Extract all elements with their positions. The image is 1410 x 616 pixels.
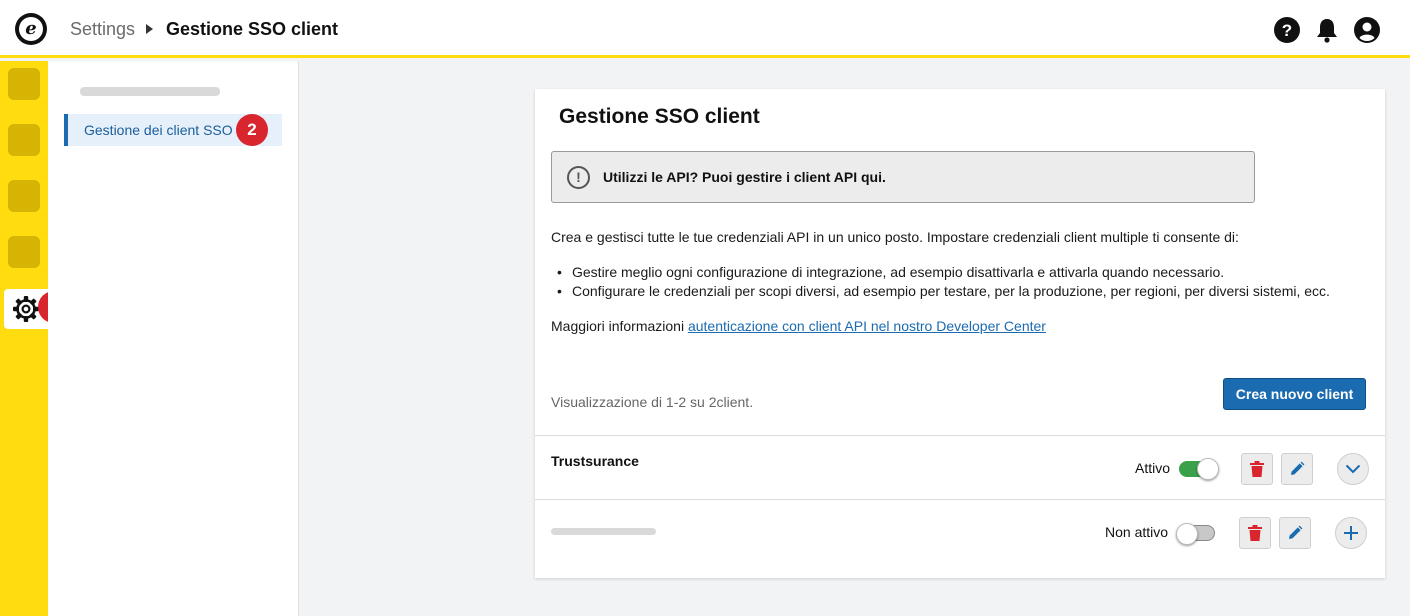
- client-name-placeholder: [551, 528, 656, 535]
- submenu-item-label: Gestione dei client SSO: [84, 122, 233, 138]
- expand-client-button[interactable]: [1335, 517, 1367, 549]
- app-logo[interactable]: e: [15, 13, 47, 45]
- pencil-icon: [1289, 525, 1303, 539]
- rail-item-3[interactable]: [8, 180, 40, 212]
- client-status-label: Non attivo: [1105, 524, 1169, 540]
- submenu-step-badge: 2: [236, 114, 268, 146]
- bullet-text: Configurare le credenziali per scopi div…: [572, 283, 1330, 299]
- delete-client-button[interactable]: [1241, 453, 1273, 485]
- rail-item-4[interactable]: [8, 236, 40, 268]
- notice-text: Utilizzi le API? Puoi gestire i client A…: [603, 169, 886, 185]
- client-row: Non attivo: [535, 499, 1385, 578]
- breadcrumb-separator-icon: [146, 24, 153, 34]
- page-title: Gestione SSO client: [166, 19, 339, 39]
- api-notice: ! Utilizzi le API? Puoi gestire i client…: [551, 151, 1255, 203]
- client-status-label: Attivo: [1135, 460, 1171, 476]
- submenu-heading-placeholder: [80, 87, 220, 96]
- alert-icon: !: [567, 165, 590, 189]
- bell-icon[interactable]: [1314, 17, 1340, 43]
- more-info: Maggiori informazioni autenticazione con…: [551, 318, 1046, 334]
- client-row: Trustsurance Attivo: [535, 435, 1385, 499]
- client-name: Trustsurance: [551, 453, 639, 469]
- settings-submenu: Gestione dei client SSO 2: [48, 61, 299, 616]
- gear-icon: [13, 296, 39, 322]
- bullet-text: Gestire meglio ogni configurazione di in…: [572, 264, 1225, 280]
- expand-client-button[interactable]: [1337, 453, 1369, 485]
- top-header: e Settings Gestione SSO client ?: [0, 0, 1410, 58]
- help-icon[interactable]: ?: [1274, 17, 1300, 43]
- rail-item-1[interactable]: [8, 68, 40, 100]
- plus-icon: [1344, 526, 1358, 540]
- client-active-toggle[interactable]: [1176, 523, 1215, 545]
- svg-text:?: ?: [1282, 21, 1292, 40]
- rail-item-2[interactable]: [8, 124, 40, 156]
- developer-center-link[interactable]: autenticazione con client API nel nostro…: [688, 318, 1046, 334]
- more-info-label: Maggiori informazioni: [551, 318, 685, 334]
- left-rail: [0, 61, 48, 616]
- client-active-toggle[interactable]: [1179, 458, 1219, 480]
- toggle-knob: [1176, 523, 1198, 545]
- sso-clients-card: Gestione SSO client ! Utilizzi le API? P…: [535, 89, 1385, 578]
- bullet-item: Configurare le credenziali per scopi div…: [557, 283, 1330, 299]
- card-title: Gestione SSO client: [559, 105, 760, 128]
- breadcrumb-settings[interactable]: Settings: [70, 19, 135, 40]
- logo-letter: e: [19, 17, 43, 41]
- pencil-icon: [1291, 461, 1305, 475]
- user-avatar-icon[interactable]: [1354, 17, 1380, 43]
- chevron-down-icon: [1345, 464, 1361, 474]
- intro-text: Crea e gestisci tutte le tue credenziali…: [551, 229, 1239, 245]
- toggle-knob: [1197, 458, 1219, 480]
- trash-icon: [1248, 525, 1262, 541]
- pagination-count: Visualizzazione di 1-2 su 2client.: [551, 394, 754, 410]
- edit-client-button[interactable]: [1279, 517, 1311, 549]
- bullet-item: Gestire meglio ogni configurazione di in…: [557, 264, 1225, 280]
- edit-client-button[interactable]: [1281, 453, 1313, 485]
- delete-client-button[interactable]: [1239, 517, 1271, 549]
- trash-icon: [1250, 461, 1264, 477]
- create-client-button[interactable]: Crea nuovo client: [1223, 378, 1366, 410]
